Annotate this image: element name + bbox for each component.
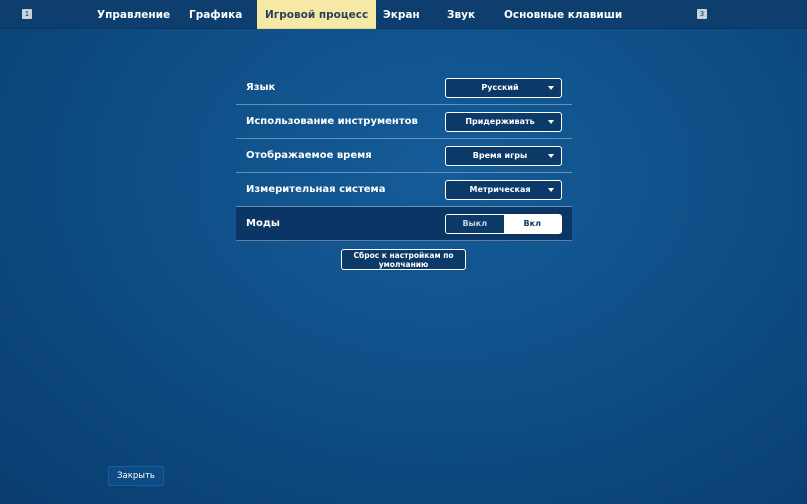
displayed-time-label: Отображаемое время [246, 150, 372, 161]
language-value: Русский [481, 83, 519, 92]
chevron-down-icon [548, 188, 554, 192]
setting-row-measurement: Измерительная система Метрическая [236, 173, 572, 207]
mods-on-option[interactable]: Вкл [503, 215, 561, 233]
measurement-dropdown[interactable]: Метрическая [445, 180, 562, 200]
chevron-down-icon [548, 86, 554, 90]
setting-row-tool-usage: Использование инструментов Придерживать [236, 105, 572, 139]
key-hint-left: 1 [22, 9, 32, 19]
setting-row-language: Язык Русский [236, 71, 572, 105]
tab-sound[interactable]: Звук [447, 0, 475, 28]
measurement-value: Метрическая [469, 185, 531, 194]
tab-controls[interactable]: Управление [97, 0, 170, 28]
tab-display[interactable]: Экран [383, 0, 420, 28]
displayed-time-value: Время игры [472, 151, 528, 160]
gameplay-settings-panel: Язык Русский Использование инструментов … [236, 71, 572, 241]
tab-key-bindings[interactable]: Основные клавиши [504, 0, 622, 28]
key-hint-right: 3 [697, 9, 707, 19]
setting-row-mods: Моды Выкл Вкл [236, 207, 572, 241]
close-button[interactable]: Закрыть [108, 466, 164, 486]
chevron-down-icon [548, 154, 554, 158]
mods-label: Моды [246, 218, 280, 229]
measurement-label: Измерительная система [246, 184, 386, 195]
language-label: Язык [246, 82, 276, 93]
tool-usage-dropdown[interactable]: Придерживать [445, 112, 562, 132]
tool-usage-value: Придерживать [465, 117, 535, 126]
tab-graphics[interactable]: Графика [189, 0, 242, 28]
displayed-time-dropdown[interactable]: Время игры [445, 146, 562, 166]
language-dropdown[interactable]: Русский [445, 78, 562, 98]
setting-row-displayed-time: Отображаемое время Время игры [236, 139, 572, 173]
chevron-down-icon [548, 120, 554, 124]
mods-toggle[interactable]: Выкл Вкл [445, 214, 562, 234]
tool-usage-label: Использование инструментов [246, 116, 418, 127]
reset-defaults-button[interactable]: Сброс к настройкам по умолчанию [341, 249, 466, 270]
mods-off-option[interactable]: Выкл [446, 215, 504, 233]
tab-gameplay[interactable]: Игровой процесс [257, 0, 377, 28]
top-tab-bar: 1 Управление Графика Игровой процесс Экр… [0, 0, 807, 29]
